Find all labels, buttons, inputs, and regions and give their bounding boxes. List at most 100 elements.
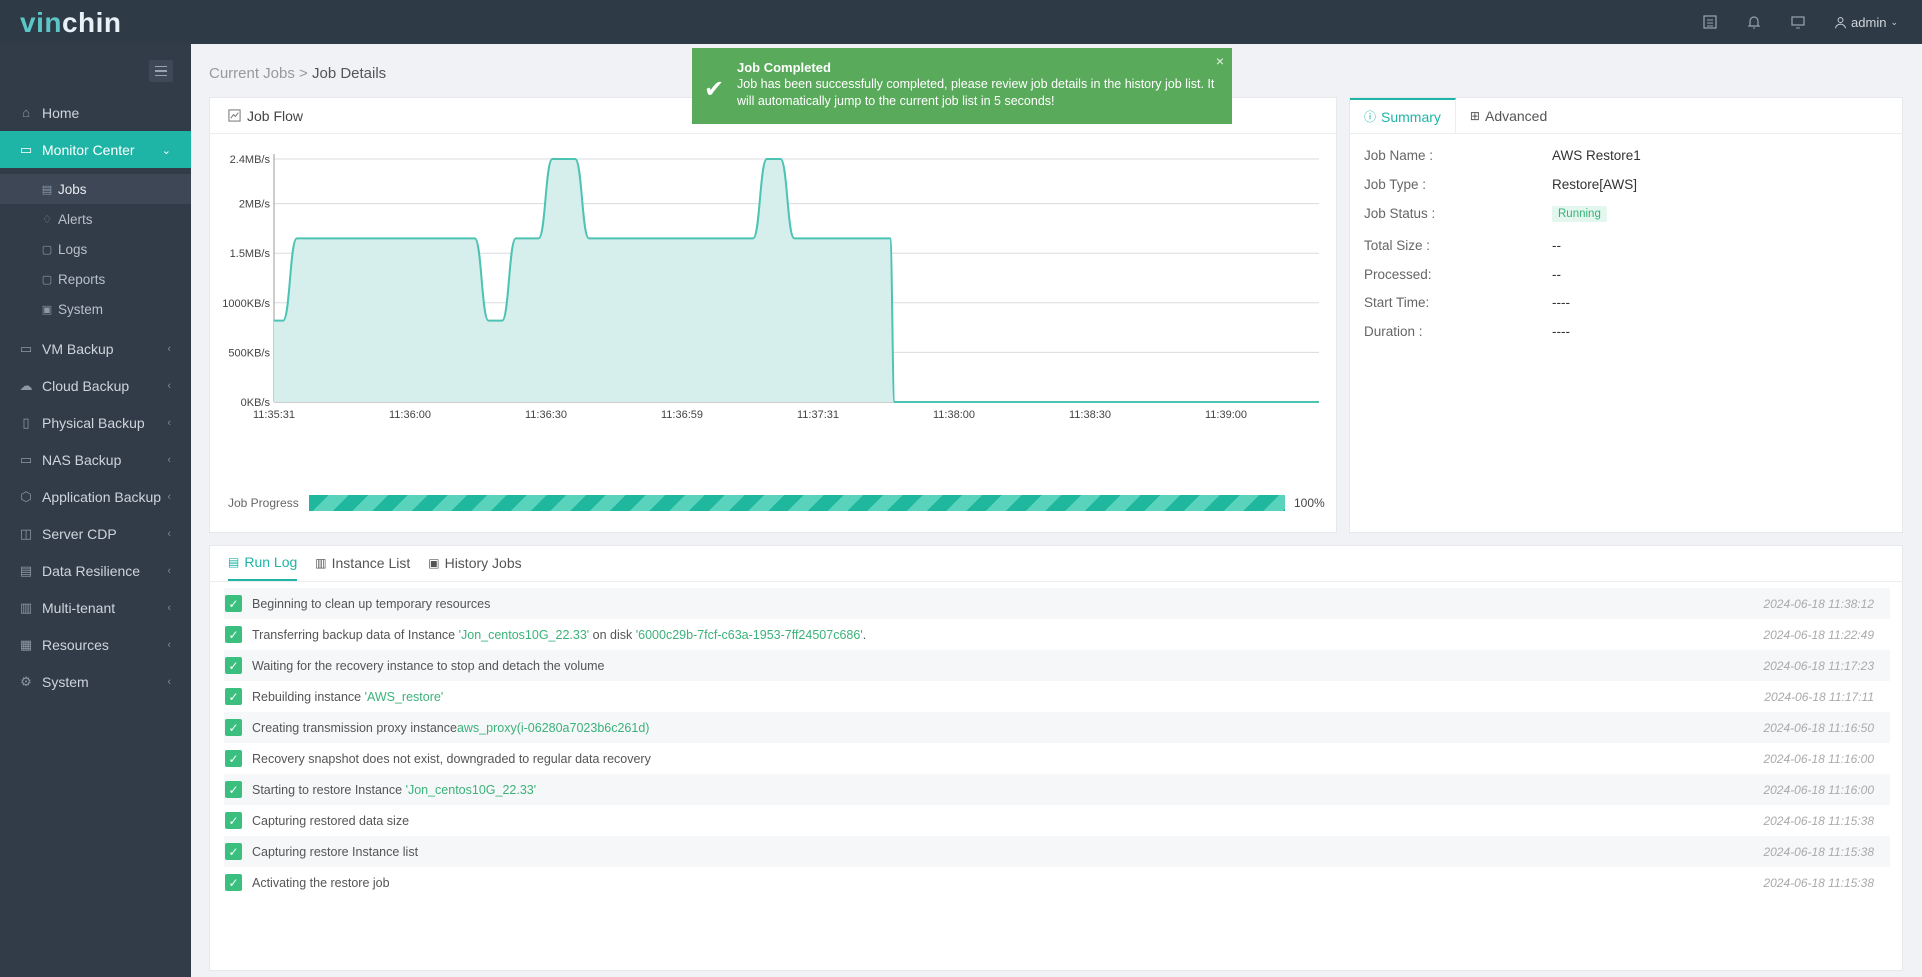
job-name-value: AWS Restore1	[1552, 148, 1641, 163]
bell-icon[interactable]	[1746, 14, 1762, 30]
monitor-icon[interactable]	[1790, 14, 1806, 30]
job-progress-percent: 100%	[1294, 496, 1325, 510]
log-message: Recovery snapshot does not exist, downgr…	[252, 752, 651, 766]
toast-title: Job Completed	[737, 60, 831, 75]
log-row: ✓ Creating transmission proxy instanceaws…	[224, 712, 1890, 743]
log-timestamp: 2024-06-18 11:17:11	[1764, 689, 1874, 704]
log-message: Rebuilding instance 'AWS_restore'	[252, 690, 443, 704]
sidebar-item-vm-backup[interactable]: ▭ VM Backup ‹	[0, 330, 191, 367]
chevron-left-icon: ‹	[167, 528, 171, 540]
log-row: ✓ Waiting for the recovery instance to st…	[224, 650, 1890, 681]
log-text: .	[862, 627, 867, 642]
summary-tabs: ⓘ Summary ⊞ Advanced	[1350, 98, 1902, 134]
log-icon: ▤	[228, 555, 240, 569]
close-icon[interactable]: ×	[1216, 53, 1224, 69]
chart-icon	[228, 109, 241, 122]
tab-history-jobs[interactable]: ▣ History Jobs	[428, 547, 521, 581]
sidebar-item-nas-backup[interactable]: ▭ NAS Backup ‹	[0, 441, 191, 478]
y-tick-label: 2MB/s	[239, 199, 271, 211]
summary-panel: ⓘ Summary ⊞ Advanced Job Name : AWS Restor…	[1349, 97, 1903, 533]
sidebar-toggle-icon[interactable]	[149, 60, 173, 82]
log-text: Starting to restore Instance	[252, 782, 406, 797]
check-icon: ✔	[704, 76, 725, 103]
breadcrumb-current-jobs[interactable]: Current Jobs	[209, 65, 295, 82]
sidebar-item-application-backup[interactable]: ⬡ Application Backup ‹	[0, 478, 191, 515]
job-flow-title: Job Flow	[247, 107, 304, 124]
y-tick-label: 0KB/s	[241, 397, 271, 409]
sidebar-item-monitor-center[interactable]: ▭ Monitor Center ⌄	[0, 131, 191, 168]
job-flow-panel: Job Flow 0KB/s 500KB/s 1000KB/s 1.5MB/s 2MB/…	[209, 97, 1337, 533]
top-icons: admin ⌄	[1702, 0, 1898, 44]
duration-label: Duration :	[1364, 324, 1423, 339]
list-icon: ▥	[315, 556, 327, 570]
sidebar-item-resources[interactable]: ▦ Resources ‹	[0, 626, 191, 663]
log-timestamp: 2024-06-18 11:15:38	[1763, 813, 1874, 828]
sidebar-item-multi-tenant[interactable]: ▥ Multi-tenant ‹	[0, 589, 191, 626]
log-message: Creating transmission proxy instanceaws_…	[252, 721, 649, 735]
tab-advanced[interactable]: ⊞ Advanced	[1456, 98, 1561, 133]
job-status-label: Job Status :	[1364, 206, 1436, 221]
log-text: Capturing restored data size	[252, 813, 410, 828]
log-text: Transferring backup data of Instance	[252, 627, 459, 642]
breadcrumb-separator: >	[299, 65, 308, 82]
job-name-label: Job Name :	[1364, 148, 1434, 163]
sidebar-subitem-reports[interactable]: ▢ Reports	[0, 264, 191, 294]
sidebar-subitem-system[interactable]: ▣ System	[0, 294, 191, 324]
log-text: Rebuilding instance	[252, 689, 365, 704]
logs-icon: ▢	[41, 243, 53, 256]
x-tick-label: 11:39:00	[1205, 409, 1247, 421]
tab-instance-list[interactable]: ▥ Instance List	[315, 547, 410, 581]
throughput-area	[274, 158, 1319, 402]
vinchin-logo[interactable]: vinchin	[20, 7, 122, 39]
system-icon: ▣	[41, 303, 53, 316]
chevron-left-icon: ‹	[167, 454, 171, 466]
x-tick-label: 11:36:59	[661, 409, 703, 421]
tab-summary[interactable]: ⓘ Summary	[1350, 98, 1456, 133]
log-message: Activating the restore job	[252, 876, 390, 890]
sidebar-nav: ⌂ Home ▭ Monitor Center ⌄ ▤ Jobs ♢ Alerts ▢ Lo…	[0, 94, 191, 700]
tab-run-log[interactable]: ▤ Run Log	[228, 547, 298, 581]
sidebar-item-home[interactable]: ⌂ Home	[0, 94, 191, 131]
y-tick-label: 500KB/s	[228, 347, 270, 359]
log-text: Recovery snapshot does not exist, downgr…	[252, 751, 651, 766]
list-icon[interactable]	[1702, 14, 1718, 30]
breadcrumb-job-details: Job Details	[311, 65, 387, 82]
reports-icon: ▢	[41, 273, 53, 286]
sidebar-subitem-jobs[interactable]: ▤ Jobs	[0, 174, 191, 204]
log-timestamp: 2024-06-18 11:16:00	[1763, 782, 1874, 797]
log-message: Transferring backup data of Instance 'Jo…	[252, 628, 866, 642]
chevron-down-icon: ⌄	[161, 145, 171, 157]
y-tick-label: 2.4MB/s	[230, 154, 271, 166]
sidebar-item-physical-backup[interactable]: ▯ Physical Backup ‹	[0, 404, 191, 441]
chevron-left-icon: ‹	[167, 380, 171, 392]
log-row: ✓ Recovery snapshot does not exist, downg…	[224, 743, 1890, 774]
log-highlight: '6000c29b-7fcf-c63a-1953-7ff24507c686'	[635, 627, 863, 642]
user-menu[interactable]: admin ⌄	[1834, 15, 1898, 30]
gear-icon: ⚙	[20, 673, 32, 689]
log-text: on disk	[589, 627, 636, 642]
grid-icon: ⊞	[1469, 108, 1480, 123]
x-tick-label: 11:36:00	[389, 409, 431, 421]
sidebar-item-cloud-backup[interactable]: ☁ Cloud Backup ‹	[0, 367, 191, 404]
sidebar-item-data-resilience[interactable]: ▤ Data Resilience ‹	[0, 552, 191, 589]
sidebar-item-system[interactable]: ⚙ System ‹	[0, 663, 191, 700]
log-timestamp: 2024-06-18 11:22:49	[1763, 627, 1874, 642]
monitor-icon: ▭	[19, 141, 33, 157]
cdp-icon: ◫	[19, 525, 33, 541]
check-icon: ✓	[225, 688, 242, 705]
sidebar-subitem-alerts[interactable]: ♢ Alerts	[0, 204, 191, 234]
job-status-value: Running	[1552, 205, 1607, 222]
processed-value: --	[1552, 267, 1561, 282]
bell-icon: ♢	[42, 213, 52, 226]
sidebar-subitem-logs[interactable]: ▢ Logs	[0, 234, 191, 264]
resilience-icon: ▤	[19, 562, 33, 578]
sidebar-item-server-cdp[interactable]: ◫ Server CDP ‹	[0, 515, 191, 552]
log-text: Waiting for the recovery instance to sto…	[252, 658, 605, 673]
y-tick-label: 1.5MB/s	[230, 248, 271, 260]
log-highlight: aws_proxy(i-06280a7023b6c261d)	[456, 720, 650, 735]
run-log-tabs: ▤ Run Log ▥ Instance List ▣ History Jobs	[210, 546, 1902, 582]
job-progress-row: Job Progress 100%	[228, 495, 1328, 511]
chevron-left-icon: ‹	[167, 676, 171, 688]
toast-message: Job has been successfully completed, ple…	[737, 77, 1215, 108]
start-time-value: ----	[1552, 295, 1570, 310]
